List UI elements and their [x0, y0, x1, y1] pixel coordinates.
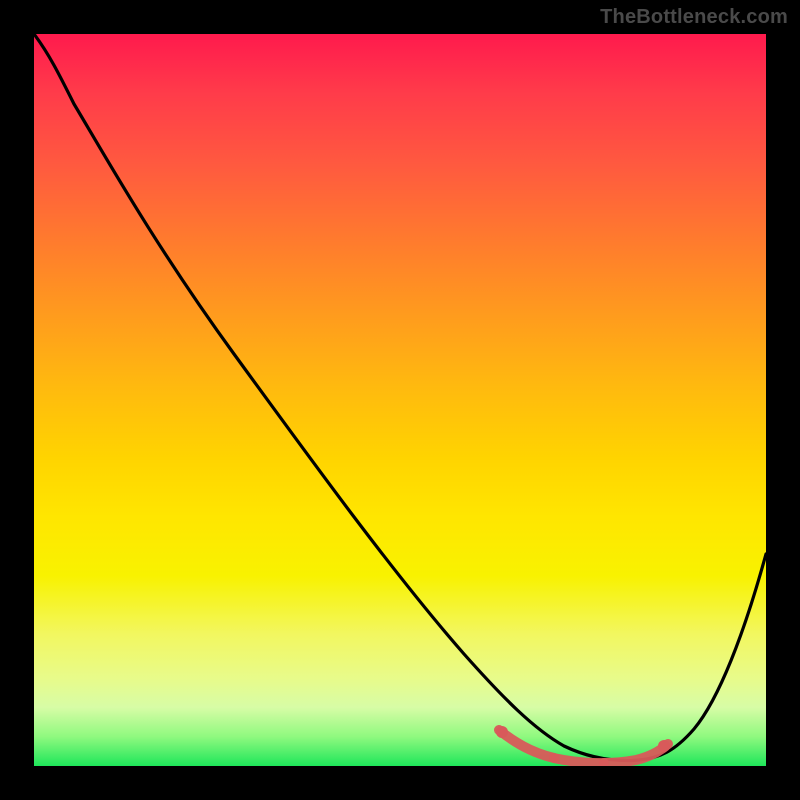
- watermark-text: TheBottleneck.com: [600, 6, 788, 29]
- highlight-dot-mid1: [549, 753, 559, 763]
- chart-frame: TheBottleneck.com: [0, 0, 800, 800]
- highlight-dot-start: [496, 726, 508, 738]
- highlight-band: [499, 730, 668, 763]
- highlight-dot-end: [658, 740, 670, 752]
- plot-area: [34, 34, 766, 766]
- curve-layer: [34, 34, 766, 766]
- bottleneck-curve: [34, 34, 766, 760]
